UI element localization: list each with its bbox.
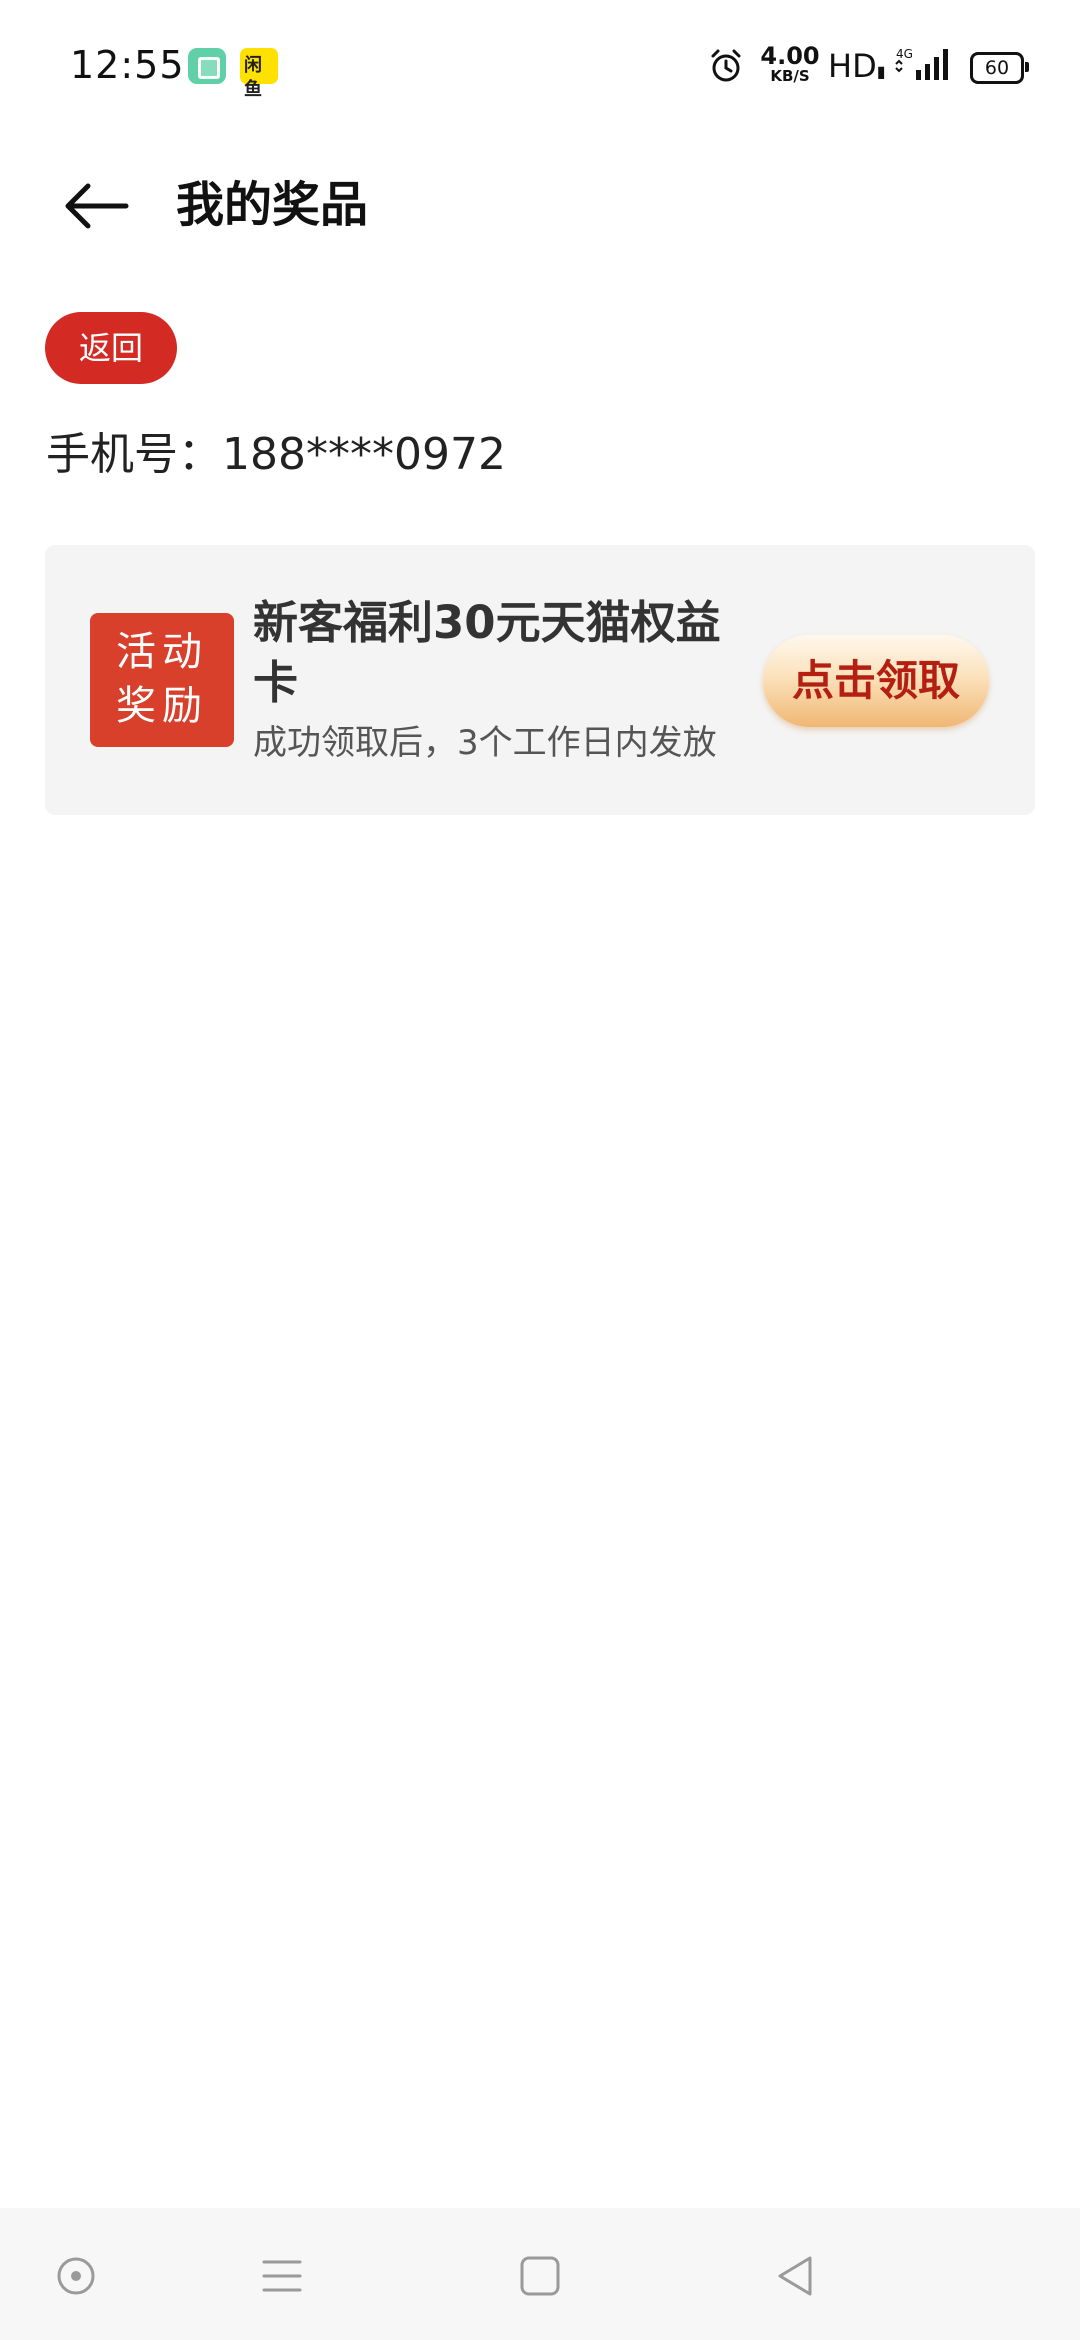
- status-bar: 12:55 闲鱼 4.00 KB/S HD▮ 4G 60: [0, 0, 1080, 130]
- prize-card: 活动 奖励 新客福利30元天猫权益卡 成功领取后，3个工作日内发放 点击领取: [45, 545, 1035, 815]
- badge-line-1: 活动: [116, 629, 208, 675]
- prize-title: 新客福利30元天猫权益卡: [253, 596, 721, 709]
- alarm-icon: [711, 49, 741, 82]
- yellow-app-notification-icon: 闲鱼: [240, 48, 278, 100]
- status-time: 12:55: [70, 43, 185, 87]
- yellow-icon-text: 闲鱼: [244, 55, 262, 100]
- hd-volte-icon: ▮: [876, 62, 886, 81]
- hd-text: HD: [828, 47, 877, 85]
- network-speed-value: 4.00: [760, 42, 820, 70]
- prize-subtitle: 成功领取后，3个工作日内发放: [253, 723, 717, 763]
- system-navigation-bar: [0, 2208, 1080, 2340]
- arrow-left-icon[interactable]: [60, 178, 132, 234]
- phone-number-line: 手机号：188****0972: [46, 424, 506, 486]
- phone-label: 手机号：: [46, 429, 222, 480]
- page-title: 我的奖品: [176, 177, 369, 233]
- battery-level: 60: [984, 57, 1010, 79]
- phone-value: 188****0972: [222, 429, 506, 480]
- activity-reward-badge: 活动 奖励: [90, 613, 234, 747]
- signal-strength-icon: 4G: [895, 47, 948, 80]
- return-button[interactable]: 返回: [45, 312, 177, 384]
- network-type-text: 4G: [896, 47, 913, 61]
- green-app-notification-icon: [188, 48, 226, 84]
- home-square-icon[interactable]: [512, 2248, 568, 2304]
- app-header: 我的奖品: [0, 150, 1080, 260]
- battery-icon: 60: [970, 52, 1029, 84]
- assistant-circle-icon[interactable]: [48, 2248, 104, 2304]
- status-indicators: 4.00 KB/S HD▮ 4G 60: [680, 0, 1080, 130]
- back-triangle-icon[interactable]: [768, 2248, 824, 2304]
- claim-button[interactable]: 点击领取: [763, 635, 989, 727]
- hd-indicator: HD▮: [828, 46, 886, 92]
- network-speed-unit: KB/S: [770, 67, 810, 85]
- menu-lines-icon[interactable]: [254, 2248, 310, 2304]
- badge-line-2: 奖励: [116, 683, 208, 729]
- network-speed: 4.00 KB/S: [758, 44, 822, 84]
